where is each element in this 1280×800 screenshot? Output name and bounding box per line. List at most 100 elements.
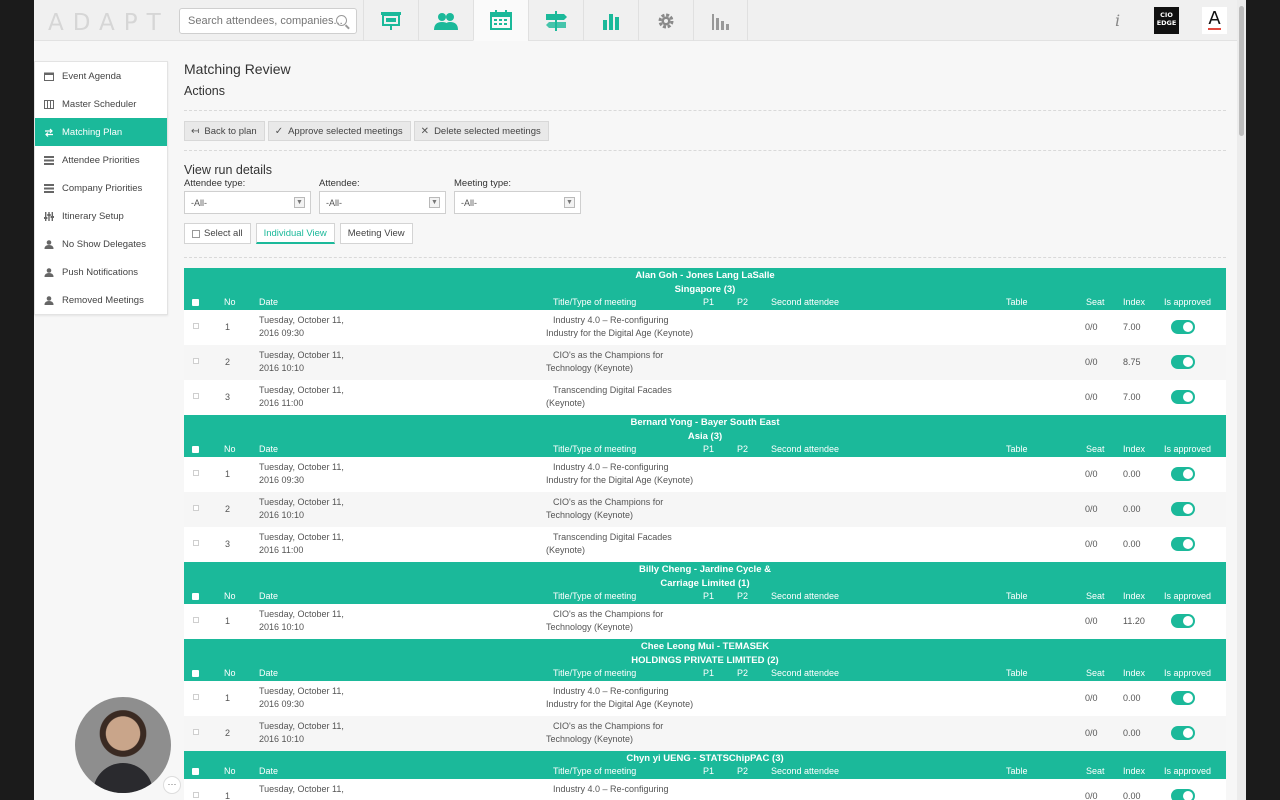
select-all-checkbox[interactable] [192,229,200,238]
scrollbar-thumb[interactable] [1239,6,1244,136]
table-row[interactable]: 1 Tuesday, October 11, Industry 4.0 – Re-c… [184,779,1226,800]
column-header-p2[interactable]: P2 [737,444,748,454]
sidebar-item-push-notifications[interactable]: Push Notifications [35,258,167,286]
column-header-second[interactable]: Second attendee [771,444,839,454]
nav-presentation[interactable] [363,0,418,41]
table-row[interactable]: 1 Tuesday, October 11, 2016 10:10 CIO's as … [184,604,1226,639]
meeting-type-select[interactable]: -All- ▼ [454,191,581,214]
adapt-logo[interactable]: ADAPT [48,10,170,36]
webcam-overlay[interactable] [75,697,171,793]
is-approved-toggle[interactable] [1171,691,1195,705]
attendee-type-select[interactable]: -All- ▼ [184,191,311,214]
row-checkbox[interactable] [193,792,199,798]
column-header-date[interactable]: Date [259,297,278,307]
column-header-date[interactable]: Date [259,668,278,678]
back-to-plan-button[interactable]: ↤ Back to plan [184,121,265,141]
row-checkbox[interactable] [193,729,199,735]
is-approved-toggle[interactable] [1171,467,1195,481]
info-icon[interactable]: i [1115,11,1120,30]
column-header-seat[interactable]: Seat [1086,668,1105,678]
is-approved-toggle[interactable] [1171,502,1195,516]
sidebar-item-removed-meetings[interactable]: Removed Meetings [35,286,167,314]
sidebar-item-itinerary-setup[interactable]: Itinerary Setup [35,202,167,230]
nav-calendar[interactable] [473,0,528,41]
column-header-second[interactable]: Second attendee [771,297,839,307]
individual-view-button[interactable]: Individual View [255,223,335,244]
column-header-index[interactable]: Index [1123,668,1145,678]
column-header-p1[interactable]: P1 [703,766,714,776]
is-approved-toggle[interactable] [1171,614,1195,628]
table-row[interactable]: 2 Tuesday, October 11, 2016 10:10 CIO's as … [184,492,1226,527]
column-header-p1[interactable]: P1 [703,297,714,307]
column-header-seat[interactable]: Seat [1086,591,1105,601]
column-header-seat[interactable]: Seat [1086,766,1105,776]
column-header-second[interactable]: Second attendee [771,591,839,601]
table-row[interactable]: 1 Tuesday, October 11, 2016 09:30 Industry … [184,310,1226,345]
table-row[interactable]: 2 Tuesday, October 11, 2016 10:10 CIO's as … [184,345,1226,380]
approve-selected-button[interactable]: ✓ Approve selected meetings [267,121,411,141]
is-approved-toggle[interactable] [1171,320,1195,334]
row-checkbox[interactable] [193,540,199,546]
nav-charts[interactable] [583,0,638,41]
column-header-title[interactable]: Title/Type of meeting [553,668,636,678]
column-header-index[interactable]: Index [1123,444,1145,454]
column-header-table[interactable]: Table [1006,668,1028,678]
table-row[interactable]: 1 Tuesday, October 11, 2016 09:30 Industry … [184,457,1226,492]
column-header-title[interactable]: Title/Type of meeting [553,444,636,454]
nav-settings[interactable] [638,0,693,41]
column-header-no[interactable]: No [224,444,236,454]
sidebar-item-master-scheduler[interactable]: Master Scheduler [35,90,167,118]
column-header-second[interactable]: Second attendee [771,668,839,678]
select-all-button[interactable]: Select all [184,223,251,244]
column-header-title[interactable]: Title/Type of meeting [553,591,636,601]
group-select-checkbox[interactable] [192,446,199,453]
column-header-seat[interactable]: Seat [1086,297,1105,307]
table-row[interactable]: 1 Tuesday, October 11, 2016 09:30 Industry … [184,681,1226,716]
column-header-approved[interactable]: Is approved [1164,591,1211,601]
column-header-index[interactable]: Index [1123,766,1145,776]
column-header-approved[interactable]: Is approved [1164,444,1211,454]
sidebar-item-company-priorities[interactable]: Company Priorities [35,174,167,202]
row-checkbox[interactable] [193,617,199,623]
column-header-date[interactable]: Date [259,591,278,601]
column-header-table[interactable]: Table [1006,444,1028,454]
column-header-p1[interactable]: P1 [703,444,714,454]
group-select-checkbox[interactable] [192,593,199,600]
account-logo[interactable]: A [1202,7,1227,34]
column-header-table[interactable]: Table [1006,591,1028,601]
column-header-table[interactable]: Table [1006,297,1028,307]
row-checkbox[interactable] [193,393,199,399]
nav-stats[interactable] [693,0,748,41]
cio-edge-logo[interactable]: CIO EDGE [1154,7,1179,34]
column-header-no[interactable]: No [224,668,236,678]
nav-signpost[interactable] [528,0,583,41]
table-row[interactable]: 2 Tuesday, October 11, 2016 10:10 CIO's as … [184,716,1226,751]
sidebar-item-attendee-priorities[interactable]: Attendee Priorities [35,146,167,174]
column-header-date[interactable]: Date [259,766,278,776]
is-approved-toggle[interactable] [1171,789,1195,800]
row-checkbox[interactable] [193,694,199,700]
row-checkbox[interactable] [193,505,199,511]
column-header-no[interactable]: No [224,766,236,776]
row-checkbox[interactable] [193,470,199,476]
group-select-checkbox[interactable] [192,768,199,775]
search-icon[interactable] [336,15,347,26]
column-header-p1[interactable]: P1 [703,668,714,678]
meeting-view-button[interactable]: Meeting View [339,223,413,244]
search-input[interactable] [179,8,357,34]
column-header-p2[interactable]: P2 [737,766,748,776]
sidebar-item-matching-plan[interactable]: Matching Plan [35,118,167,146]
column-header-no[interactable]: No [224,591,236,601]
is-approved-toggle[interactable] [1171,390,1195,404]
column-header-index[interactable]: Index [1123,297,1145,307]
column-header-index[interactable]: Index [1123,591,1145,601]
column-header-approved[interactable]: Is approved [1164,668,1211,678]
sidebar-item-event-agenda[interactable]: Event Agenda [35,62,167,90]
table-row[interactable]: 3 Tuesday, October 11, 2016 11:00 Transcend… [184,527,1226,562]
column-header-approved[interactable]: Is approved [1164,766,1211,776]
is-approved-toggle[interactable] [1171,537,1195,551]
row-checkbox[interactable] [193,358,199,364]
column-header-p1[interactable]: P1 [703,591,714,601]
column-header-p2[interactable]: P2 [737,591,748,601]
column-header-p2[interactable]: P2 [737,297,748,307]
